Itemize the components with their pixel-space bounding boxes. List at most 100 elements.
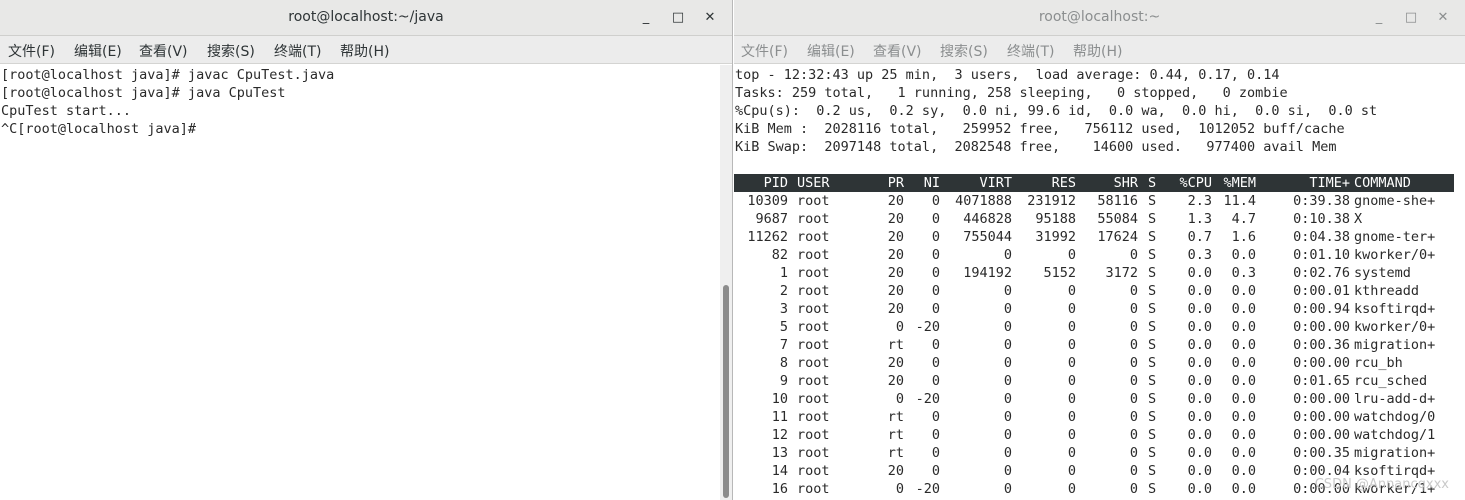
cell-state: S bbox=[1148, 409, 1157, 425]
cell-time: 0:00.00 bbox=[1293, 409, 1350, 425]
cell-cpu: 0.0 bbox=[1187, 481, 1212, 497]
close-icon[interactable]: ✕ bbox=[1433, 8, 1453, 28]
col-virt: VIRT bbox=[979, 175, 1012, 191]
cell-virt: 0 bbox=[1003, 409, 1012, 425]
cell-mem: 0.0 bbox=[1231, 247, 1256, 263]
menu-edit[interactable]: 编辑(E) bbox=[74, 41, 122, 61]
cell-cpu: 1.3 bbox=[1187, 211, 1212, 227]
cell-pr: rt bbox=[887, 427, 904, 443]
cell-shr: 0 bbox=[1129, 319, 1138, 335]
menu-help[interactable]: 帮助(H) bbox=[1073, 41, 1122, 61]
cell-virt: 0 bbox=[1003, 337, 1012, 353]
terminal-prompt-line: ^C[root@localhost java]# bbox=[1, 121, 205, 137]
top-summary-tasks: Tasks: 259 total, 1 running, 258 sleepin… bbox=[735, 85, 1288, 101]
left-window-title: root@localhost:~/java bbox=[288, 9, 444, 25]
right-terminal-window[interactable]: root@localhost:~ _ □ ✕ 文件(F) 编辑(E) 查看(V)… bbox=[734, 0, 1465, 500]
cell-time: 0:02.76 bbox=[1293, 265, 1350, 281]
cell-user: root bbox=[797, 193, 830, 209]
cell-state: S bbox=[1148, 427, 1157, 443]
cell-pid: 5 bbox=[779, 319, 788, 335]
menu-edit[interactable]: 编辑(E) bbox=[807, 41, 855, 61]
process-row: 11262 root 20 0 755044 31992 17624 S 0.7 1.6 0:04.… bbox=[734, 228, 1454, 246]
cell-res: 0 bbox=[1067, 301, 1076, 317]
cell-state: S bbox=[1148, 445, 1157, 461]
cell-ni: 0 bbox=[931, 463, 940, 479]
cell-virt: 0 bbox=[1003, 391, 1012, 407]
left-titlebar[interactable]: root@localhost:~/java _ □ ✕ bbox=[0, 0, 732, 36]
cell-pid: 8 bbox=[779, 355, 788, 371]
cell-shr: 3172 bbox=[1105, 265, 1138, 281]
cell-time: 0:00.00 bbox=[1293, 427, 1350, 443]
scrollbar-thumb[interactable] bbox=[723, 285, 729, 498]
top-summary-uptime: top - 12:32:43 up 25 min, 3 users, load … bbox=[735, 67, 1280, 83]
cell-shr: 0 bbox=[1129, 445, 1138, 461]
right-menubar: 文件(F) 编辑(E) 查看(V) 搜索(S) 终端(T) 帮助(H) bbox=[734, 36, 1465, 64]
cell-pid: 7 bbox=[779, 337, 788, 353]
cell-state: S bbox=[1148, 355, 1157, 371]
menu-search[interactable]: 搜索(S) bbox=[207, 41, 255, 61]
cell-user: root bbox=[797, 355, 830, 371]
left-terminal-window[interactable]: root@localhost:~/java _ □ ✕ 文件(F) 编辑(E) … bbox=[0, 0, 733, 500]
cell-cpu: 0.0 bbox=[1187, 445, 1212, 461]
cell-virt: 0 bbox=[1003, 373, 1012, 389]
cell-state: S bbox=[1148, 229, 1157, 245]
maximize-icon[interactable]: □ bbox=[1401, 8, 1421, 28]
menu-terminal[interactable]: 终端(T) bbox=[1007, 41, 1054, 61]
cell-pr: 20 bbox=[887, 229, 904, 245]
process-table-header: PID USER PR NI VIRT RES SHR S %CPU %MEM … bbox=[734, 174, 1454, 192]
col-ni: NI bbox=[923, 175, 940, 191]
left-terminal-output[interactable]: [root@localhost java]# javac CpuTest.jav… bbox=[0, 65, 720, 500]
cell-shr: 0 bbox=[1129, 247, 1138, 263]
cell-shr: 17624 bbox=[1097, 229, 1138, 245]
right-titlebar[interactable]: root@localhost:~ _ □ ✕ bbox=[734, 0, 1465, 36]
cell-ni: 0 bbox=[931, 211, 940, 227]
cell-time: 0:00.36 bbox=[1293, 337, 1350, 353]
menu-view[interactable]: 查看(V) bbox=[873, 41, 922, 61]
cell-state: S bbox=[1148, 247, 1157, 263]
cell-virt: 0 bbox=[1003, 319, 1012, 335]
maximize-icon[interactable]: □ bbox=[668, 8, 688, 28]
cell-cpu: 0.0 bbox=[1187, 265, 1212, 281]
cell-mem: 4.7 bbox=[1231, 211, 1256, 227]
cell-res: 0 bbox=[1067, 355, 1076, 371]
menu-view[interactable]: 查看(V) bbox=[139, 41, 188, 61]
cell-pid: 9 bbox=[779, 373, 788, 389]
cell-user: root bbox=[797, 373, 830, 389]
close-icon[interactable]: ✕ bbox=[700, 8, 720, 28]
cell-pid: 16 bbox=[771, 481, 788, 497]
cell-ni: -20 bbox=[915, 481, 940, 497]
cell-pr: 20 bbox=[887, 193, 904, 209]
left-scrollbar[interactable] bbox=[720, 65, 732, 500]
cell-state: S bbox=[1148, 193, 1157, 209]
cell-ni: 0 bbox=[931, 301, 940, 317]
cell-command: watchdog/0 bbox=[1354, 409, 1436, 425]
cell-shr: 0 bbox=[1129, 391, 1138, 407]
menu-search[interactable]: 搜索(S) bbox=[940, 41, 988, 61]
cell-user: root bbox=[797, 481, 830, 497]
menu-file[interactable]: 文件(F) bbox=[741, 41, 788, 61]
cell-shr: 0 bbox=[1129, 337, 1138, 353]
minimize-icon[interactable]: _ bbox=[636, 8, 656, 28]
cell-pr: 20 bbox=[887, 283, 904, 299]
top-output[interactable]: top - 12:32:43 up 25 min, 3 users, load … bbox=[734, 65, 1455, 500]
cell-mem: 0.0 bbox=[1231, 337, 1256, 353]
menu-terminal[interactable]: 终端(T) bbox=[274, 41, 321, 61]
cell-user: root bbox=[797, 229, 830, 245]
menu-file[interactable]: 文件(F) bbox=[8, 41, 55, 61]
cell-pid: 13 bbox=[771, 445, 788, 461]
cell-cpu: 0.0 bbox=[1187, 463, 1212, 479]
cell-virt: 194192 bbox=[963, 265, 1012, 281]
cell-mem: 0.3 bbox=[1231, 265, 1256, 281]
cell-pid: 82 bbox=[771, 247, 788, 263]
cell-command: migration+ bbox=[1354, 337, 1436, 353]
col-time: TIME+ bbox=[1309, 175, 1350, 191]
cell-res: 0 bbox=[1067, 391, 1076, 407]
process-row: 7 root rt 0 0 0 0 S 0.0 0.0 0:00.36 migration+ bbox=[734, 336, 1454, 354]
cell-pr: rt bbox=[887, 445, 904, 461]
process-row: 2 root 20 0 0 0 0 S 0.0 0.0 0:00.01 kthreadd bbox=[734, 282, 1454, 300]
cell-user: root bbox=[797, 337, 830, 353]
cell-pr: rt bbox=[887, 337, 904, 353]
cell-time: 0:04.38 bbox=[1293, 229, 1350, 245]
menu-help[interactable]: 帮助(H) bbox=[340, 41, 389, 61]
minimize-icon[interactable]: _ bbox=[1369, 8, 1389, 28]
